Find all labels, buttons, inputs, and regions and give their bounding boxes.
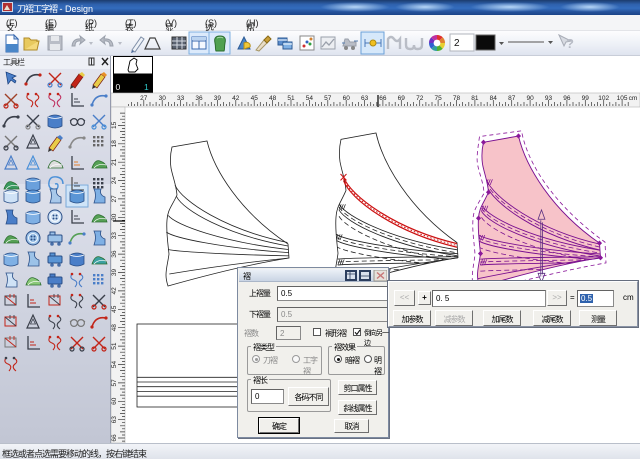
svg-text:87: 87 [508, 95, 516, 102]
svg-text:66: 66 [111, 434, 118, 442]
svg-text:42: 42 [111, 287, 118, 295]
svg-text:45: 45 [111, 305, 118, 313]
svg-text:48: 48 [269, 95, 277, 102]
svg-text:36: 36 [111, 250, 118, 258]
svg-text:30: 30 [159, 95, 167, 102]
svg-text:2: 2 [454, 38, 460, 49]
svg-text:78: 78 [453, 95, 461, 102]
svg-text:24: 24 [111, 177, 118, 185]
svg-text:?: ? [566, 36, 574, 51]
svg-text:69: 69 [398, 95, 406, 102]
svg-text:72: 72 [416, 95, 424, 102]
svg-text:60: 60 [111, 397, 118, 405]
svg-text:84: 84 [490, 95, 498, 102]
svg-text:54: 54 [306, 95, 314, 102]
svg-text:90: 90 [526, 95, 534, 102]
svg-text:27: 27 [140, 95, 148, 102]
svg-text:36: 36 [195, 95, 203, 102]
svg-text:105: 105 [617, 95, 628, 102]
svg-text:63: 63 [111, 416, 118, 424]
svg-text:33: 33 [177, 95, 185, 102]
svg-text:51: 51 [287, 95, 295, 102]
svg-text:81: 81 [471, 95, 479, 102]
svg-text:42: 42 [232, 95, 240, 102]
svg-text:54: 54 [111, 361, 118, 369]
svg-text:63: 63 [361, 95, 369, 102]
svg-text:48: 48 [111, 324, 118, 332]
svg-text:60: 60 [343, 95, 351, 102]
svg-text:0: 0 [116, 82, 121, 92]
svg-text:57: 57 [111, 379, 118, 387]
svg-text:15: 15 [111, 121, 118, 129]
svg-text:30: 30 [111, 213, 118, 221]
svg-text:57: 57 [324, 95, 332, 102]
svg-text:51: 51 [111, 342, 118, 350]
svg-text:27: 27 [111, 195, 118, 203]
svg-text:102: 102 [598, 95, 609, 102]
svg-text:39: 39 [214, 95, 222, 102]
svg-text:45: 45 [251, 95, 259, 102]
svg-text:96: 96 [563, 95, 571, 102]
svg-text:1: 1 [144, 82, 149, 92]
svg-text:39: 39 [111, 269, 118, 277]
svg-text:66: 66 [379, 95, 387, 102]
svg-text:cm: cm [629, 95, 638, 102]
svg-text:75: 75 [434, 95, 442, 102]
svg-text:93: 93 [545, 95, 553, 102]
svg-text:33: 33 [111, 232, 118, 240]
svg-text:18: 18 [111, 140, 118, 148]
svg-text:99: 99 [582, 95, 590, 102]
svg-text:21: 21 [111, 158, 118, 166]
